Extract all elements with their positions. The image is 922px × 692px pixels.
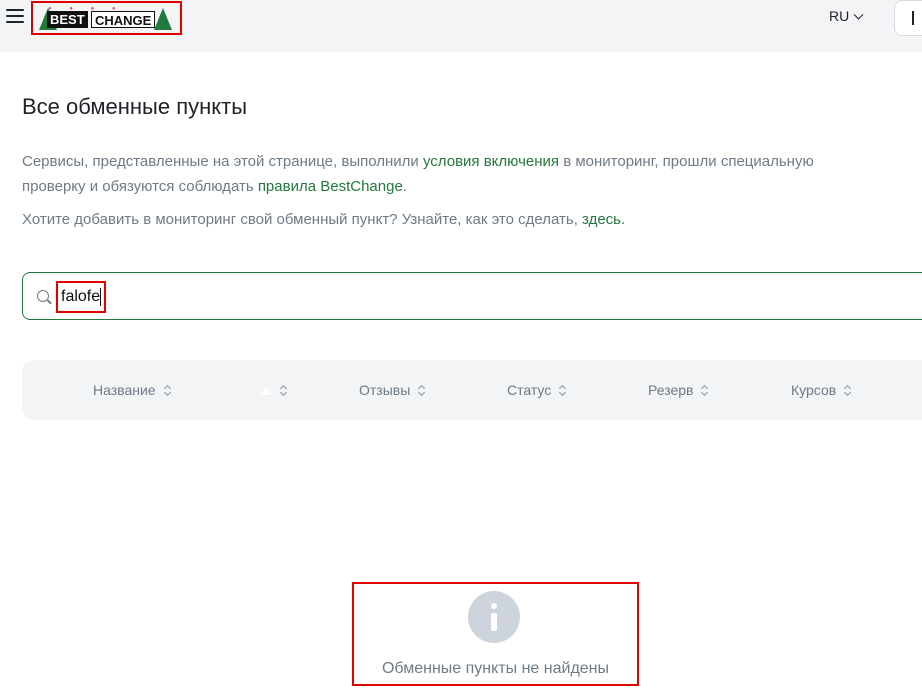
- sort-icon: [559, 385, 567, 397]
- description-text: в мониторинг, прошли специальную: [559, 153, 814, 170]
- logo-change-text: CHANGE: [91, 11, 156, 28]
- column-status[interactable]: Статус: [507, 382, 567, 398]
- page-description: Сервисы, представленные на этой странице…: [22, 149, 922, 199]
- language-label: RU: [829, 8, 850, 24]
- description-text: проверку и обязуются соблюдать: [22, 178, 258, 195]
- header-action-button[interactable]: [894, 0, 922, 36]
- description-text: Сервисы, представленные на этой странице…: [22, 153, 423, 170]
- column-reserve[interactable]: Резерв: [648, 382, 709, 398]
- sort-icon: [844, 385, 852, 397]
- menu-icon[interactable]: [6, 9, 24, 25]
- column-rates[interactable]: Курсов: [791, 382, 852, 398]
- language-selector[interactable]: RU: [829, 8, 864, 24]
- inclusion-conditions-link[interactable]: условия включения: [423, 153, 559, 170]
- bestchange-logo[interactable]: ● ● ● ● BEST CHANGE: [31, 1, 182, 35]
- login-icon: [912, 11, 914, 25]
- column-rating[interactable]: [260, 382, 288, 398]
- sort-icon: [418, 385, 426, 397]
- chevron-down-icon: [853, 9, 864, 20]
- here-link[interactable]: здесь.: [582, 211, 625, 228]
- search-input[interactable]: falofe: [22, 272, 922, 320]
- sort-icon: [701, 385, 709, 397]
- search-icon: [37, 290, 49, 302]
- sort-icon: [280, 385, 288, 397]
- add-text: Хотите добавить в мониторинг свой обменн…: [22, 211, 583, 228]
- description-text: .: [402, 178, 407, 195]
- top-header: ● ● ● ● BEST CHANGE RU: [0, 0, 922, 52]
- column-name[interactable]: Название: [93, 382, 172, 398]
- empty-message: Обменные пункты не найдены: [381, 660, 610, 677]
- table-header: Название Отзывы Статус Резерв Курсов: [22, 360, 922, 420]
- add-exchanger-text: Хотите добавить в мониторинг свой обменн…: [22, 209, 625, 231]
- rules-link[interactable]: правила BestChange: [258, 178, 403, 195]
- empty-state: Обменные пункты не найдены: [352, 582, 639, 686]
- rating-icon: [260, 387, 272, 396]
- info-icon: [468, 591, 520, 643]
- sort-icon: [164, 385, 172, 397]
- column-reviews[interactable]: Отзывы: [359, 382, 426, 398]
- logo-best-text: BEST: [47, 11, 88, 28]
- search-value[interactable]: falofe: [56, 281, 107, 313]
- tree-icon: [154, 8, 172, 30]
- page-title: Все обменные пункты: [22, 94, 248, 119]
